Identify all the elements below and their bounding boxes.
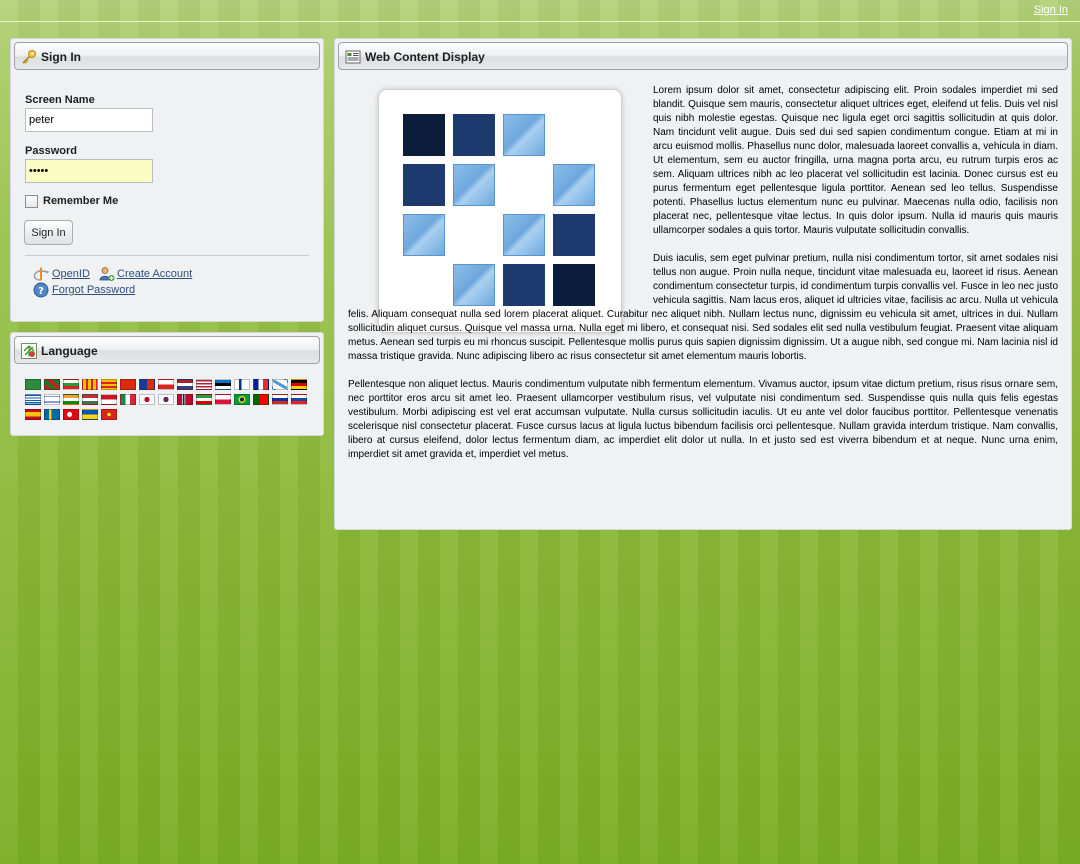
flag-chinese-traditional[interactable] — [139, 379, 155, 390]
add-user-icon — [99, 267, 115, 281]
flag-german[interactable] — [291, 379, 307, 390]
top-bar: Sign In — [0, 0, 1080, 22]
openid-icon — [33, 267, 49, 281]
flag-hindi[interactable] — [63, 394, 79, 405]
password-label: Password — [25, 145, 77, 157]
language-portlet: Language — [10, 332, 324, 436]
flag-galician[interactable] — [272, 379, 288, 390]
flag-dutch[interactable] — [177, 379, 193, 390]
key-icon — [22, 50, 36, 64]
flag-indonesian[interactable] — [101, 394, 117, 405]
password-input[interactable]: ••••• — [25, 159, 153, 183]
flag-bulgarian[interactable] — [63, 379, 79, 390]
web-content-body: Lorem ipsum dolor sit amet, consectetur … — [348, 84, 1058, 476]
flag-spanish[interactable] — [25, 409, 41, 420]
flag-english[interactable] — [196, 379, 212, 390]
flag-korean[interactable] — [158, 394, 174, 405]
sign-in-button[interactable]: Sign In — [24, 220, 73, 245]
flag-ukrainian[interactable] — [82, 409, 98, 420]
flag-hungarian[interactable] — [82, 394, 98, 405]
web-content-display-portlet: Web Content Display Lorem ipsum dolor si… — [334, 38, 1072, 530]
flag-hebrew[interactable] — [44, 394, 60, 405]
flag-czech[interactable] — [158, 379, 174, 390]
flag-finnish[interactable] — [234, 379, 250, 390]
web-content-portlet-title: Web Content Display — [365, 50, 485, 64]
flag-arabic[interactable] — [25, 379, 41, 390]
svg-text:?: ? — [38, 286, 44, 297]
web-content-icon — [345, 50, 361, 64]
help-icon: ? — [33, 282, 49, 298]
content-paragraph: Pellentesque non aliquet lectus. Mauris … — [348, 379, 1058, 460]
flag-italian[interactable] — [120, 394, 136, 405]
flag-portuguese-brazil[interactable] — [234, 394, 250, 405]
flag-estonian[interactable] — [215, 379, 231, 390]
flag-french[interactable] — [253, 379, 269, 390]
flag-portuguese[interactable] — [253, 394, 269, 405]
screen-name-label: Screen Name — [25, 94, 95, 106]
forgot-password-link[interactable]: Forgot Password — [52, 284, 135, 296]
sign-in-portlet-header: Sign In — [14, 42, 320, 70]
flag-japanese[interactable] — [139, 394, 155, 405]
flag-greek[interactable] — [25, 394, 41, 405]
flag-catalan[interactable] — [82, 379, 98, 390]
flag-swedish[interactable] — [44, 409, 60, 420]
flag-norwegian[interactable] — [177, 394, 193, 405]
sign-in-portlet: Sign In Screen Name peter Password •••••… — [10, 38, 324, 322]
sign-in-link[interactable]: Sign In — [1034, 4, 1068, 16]
language-icon — [21, 343, 37, 359]
remember-me-label: Remember Me — [43, 195, 119, 207]
flag-persian[interactable] — [196, 394, 212, 405]
screen-name-input[interactable]: peter — [25, 108, 153, 132]
flag-slovak[interactable] — [291, 394, 307, 405]
language-portlet-title: Language — [41, 344, 98, 358]
flag-turkish[interactable] — [63, 409, 79, 420]
web-content-portlet-header: Web Content Display — [338, 42, 1068, 70]
flag-catalan-alt[interactable] — [101, 379, 117, 390]
create-account-link[interactable]: Create Account — [117, 268, 192, 280]
flag-basque[interactable] — [44, 379, 60, 390]
sign-in-portlet-title: Sign In — [41, 50, 81, 64]
flag-polish[interactable] — [215, 394, 231, 405]
flag-vietnamese[interactable] — [101, 409, 117, 420]
remember-me-checkbox[interactable] — [25, 195, 38, 208]
flag-chinese-simplified[interactable] — [120, 379, 136, 390]
divider — [25, 255, 309, 256]
openid-link[interactable]: OpenID — [52, 268, 90, 280]
flag-russian[interactable] — [272, 394, 288, 405]
language-portlet-header: Language — [14, 336, 320, 364]
